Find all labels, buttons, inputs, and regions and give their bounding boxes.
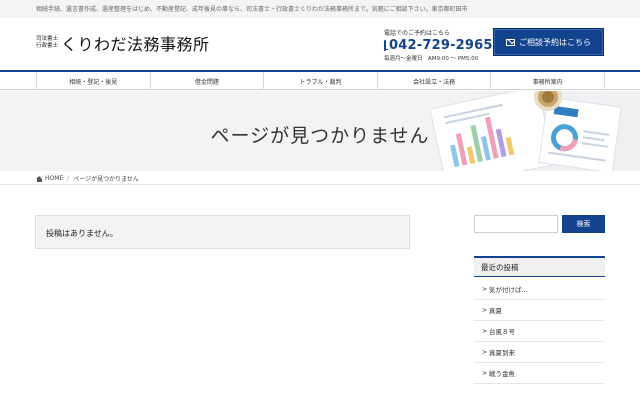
breadcrumb-current: ページが見つかりません — [73, 176, 139, 183]
top-bar-text: 相続手続、遺言書作成、遺産整理をはじめ、不動産登記、成年後見の事なら、司法書士・… — [36, 6, 468, 13]
breadcrumb: HOME / ページが見つかりません — [0, 171, 640, 185]
recent-post-title: 気が付けば… — [489, 286, 529, 294]
nav-item-debt[interactable]: 借金問題 — [149, 72, 264, 90]
recent-post-title: 真夏到来 — [489, 349, 516, 357]
chevron-right-icon: > — [482, 327, 488, 335]
phone-number[interactable]: 042-729-2965 — [389, 38, 493, 53]
logo-subtitle-line2: 行政書士 — [36, 43, 59, 49]
breadcrumb-items: HOME / ページが見つかりません — [36, 174, 139, 183]
nav-item-office[interactable]: 事務所案内 — [490, 72, 605, 90]
chevron-right-icon: > — [482, 306, 488, 314]
phone-row[interactable]: 042-729-2965 — [384, 38, 492, 53]
recent-posts-list: > 気が付けば… > 真夏 > 台風８号 > 真夏到来 > 戦う金魚 — [474, 279, 605, 384]
phone-contact: 電話でのご予約はこちら 042-729-2965 毎週月〜金曜日 AM9:00 … — [384, 28, 492, 62]
nav-item-company[interactable]: 会社設立・法務 — [376, 72, 491, 90]
breadcrumb-home-link[interactable]: HOME — [45, 175, 63, 182]
main-navigation: 相続・登記・後見 借金問題 トラブル・裁判 会社設立・法務 事務所案内 — [0, 70, 640, 90]
page-hero: ページが見つかりません — [0, 91, 640, 171]
consultation-booking-button[interactable]: ご相談予約はこちら — [493, 28, 604, 56]
logo-subtitle: 司法書士 行政書士 — [36, 36, 58, 50]
logo-title: くりわだ法務事務所 — [61, 35, 210, 54]
page-title: ページが見つかりません — [210, 125, 430, 147]
logo-subtitle-line1: 司法書士 — [36, 36, 59, 42]
recent-post-title: 戦う金魚 — [489, 370, 516, 378]
chevron-right-icon: > — [482, 369, 488, 377]
recent-post-item[interactable]: > 台風８号 — [474, 321, 605, 342]
home-icon — [36, 175, 43, 182]
top-bar: 相続手続、遺言書作成、遺産整理をはじめ、不動産登記、成年後見の事なら、司法書士・… — [0, 0, 640, 18]
site-header: 司法書士 行政書士 くりわだ法務事務所 電話でのご予約はこちら 042-729-… — [0, 18, 640, 70]
chevron-right-icon: > — [482, 348, 488, 356]
search-input[interactable] — [474, 215, 558, 233]
chevron-right-icon: > — [482, 285, 488, 293]
recent-post-item[interactable]: > 真夏 — [474, 300, 605, 321]
mobile-phone-icon — [384, 40, 388, 51]
nav-item-trouble[interactable]: トラブル・裁判 — [263, 72, 377, 90]
business-hours: 毎週月〜金曜日 AM9:00 〜 PM5:00 — [384, 56, 479, 62]
no-posts-notice: 投稿はありません。 — [35, 215, 410, 249]
recent-post-title: 真夏 — [489, 307, 503, 315]
nav-item-inheritance[interactable]: 相続・登記・後見 — [36, 72, 150, 90]
recent-post-title: 台風８号 — [489, 328, 516, 336]
site-logo[interactable]: 司法書士 行政書士 くりわだ法務事務所 — [36, 31, 210, 55]
search-button[interactable]: 検索 — [562, 215, 605, 233]
recent-post-item[interactable]: > 戦う金魚 — [474, 363, 605, 384]
consultation-booking-label: ご相談予約はこちら — [519, 37, 591, 47]
no-posts-text: 投稿はありません。 — [46, 229, 118, 238]
recent-posts-heading: 最近の投稿 — [474, 256, 605, 277]
recent-post-item[interactable]: > 真夏到来 — [474, 342, 605, 363]
breadcrumb-separator: / — [67, 175, 70, 182]
recent-post-item[interactable]: > 気が付けば… — [474, 279, 605, 300]
phone-label: 電話でのご予約はこちら — [384, 30, 451, 37]
envelope-icon — [506, 38, 515, 46]
main-navigation-items: 相続・登記・後見 借金問題 トラブル・裁判 会社設立・法務 事務所案内 — [36, 72, 605, 90]
